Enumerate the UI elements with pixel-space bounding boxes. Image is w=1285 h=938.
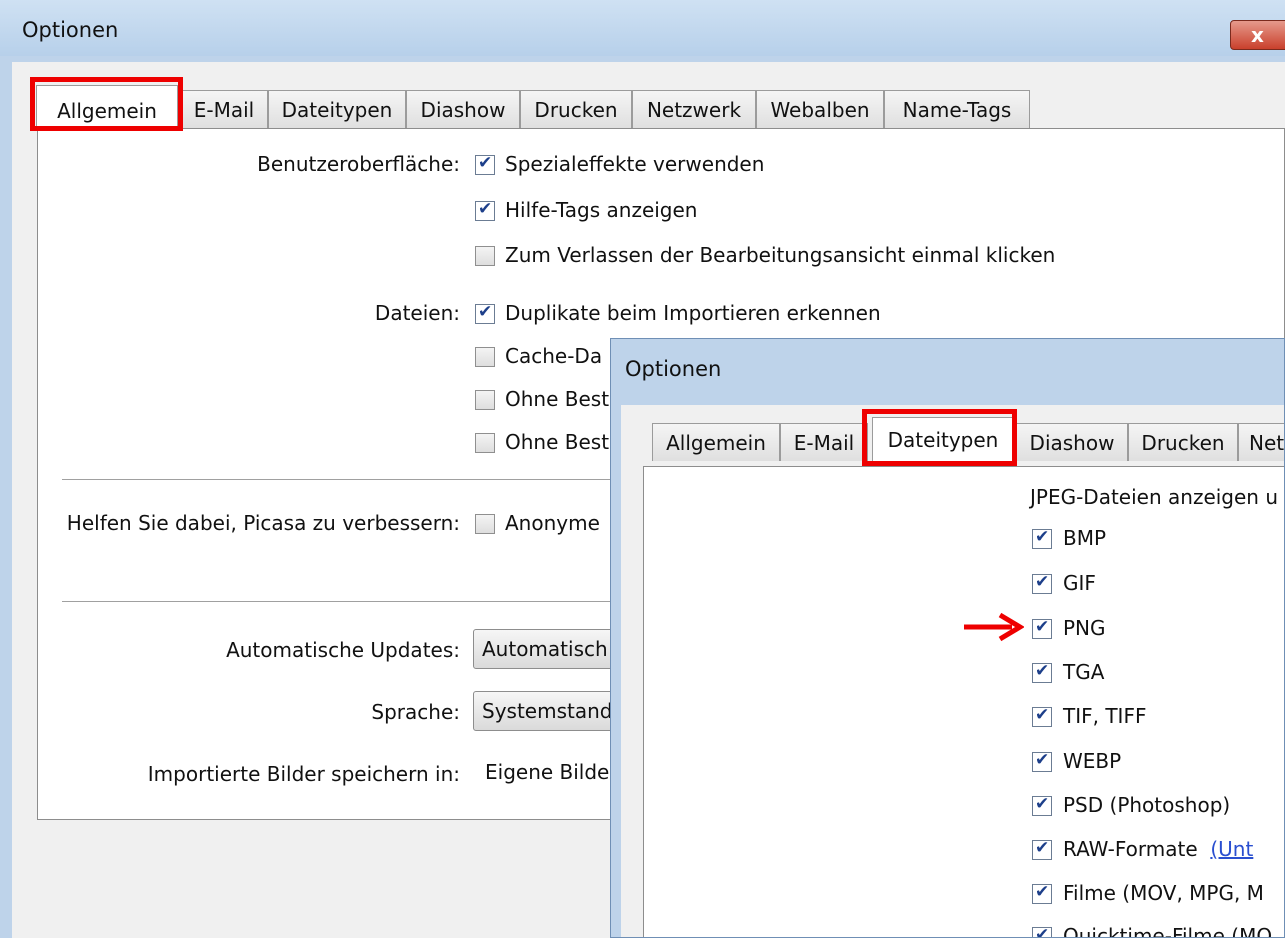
window-title: Optionen (22, 18, 119, 42)
raw-formats-link[interactable]: (Unt (1210, 837, 1253, 861)
checkbox-raw[interactable] (1032, 838, 1052, 860)
checkbox-cache[interactable] (475, 347, 495, 367)
tab-netzwerk[interactable]: Netzwerk (632, 90, 756, 128)
tab-diashow[interactable]: Diashow (1016, 423, 1128, 461)
tab-drucken[interactable]: Drucken (520, 90, 632, 128)
overlay-window-title: Optionen (625, 357, 722, 381)
checkbox-anonyme[interactable] (475, 514, 495, 534)
help-label: Helfen Sie dabei, Picasa zu verbessern: (66, 511, 460, 535)
files-section-label: Dateien: (374, 301, 460, 325)
close-button[interactable]: x (1230, 20, 1285, 50)
ui-section-label: Benutzeroberfläche: (257, 152, 460, 176)
separator (62, 601, 622, 602)
checkbox-label: Duplikate beim Importieren erkennen (505, 301, 881, 325)
checkbox-hilfe-tags[interactable] (475, 199, 495, 221)
checkbox-psd[interactable] (1032, 794, 1052, 816)
options-dialog-overlay: Optionen Allgemein E-Mail Dateitypen Dia… (610, 338, 1285, 938)
checkbox-label: Spezialeffekte verwenden (505, 152, 765, 176)
checkbox-verlassen-bearbeitung[interactable] (475, 246, 495, 266)
tab-email[interactable]: E-Mail (180, 90, 268, 128)
jpeg-header: JPEG-Dateien anzeigen u (1030, 485, 1279, 509)
checkbox-label: GIF (1063, 571, 1096, 595)
checkbox-label: Ohne Best (505, 430, 610, 454)
updates-dropdown[interactable]: Automatisch (473, 629, 633, 669)
tab-dateitypen[interactable]: Dateitypen (872, 417, 1014, 466)
checkbox-filme[interactable] (1032, 882, 1052, 904)
import-path-label: Importierte Bilder speichern in: (147, 762, 460, 786)
tab-webalben[interactable]: Webalben (756, 90, 884, 128)
checkbox-webp[interactable] (1032, 750, 1052, 772)
tab-allgemein[interactable]: Allgemein (652, 423, 780, 461)
checkbox-spezialeffekte[interactable] (475, 153, 495, 175)
checkbox-label: Ohne Best (505, 387, 610, 411)
tab-allgemein[interactable]: Allgemein (36, 85, 178, 130)
checkbox-label: BMP (1063, 526, 1107, 550)
checkbox-label: Quicktime-Filme (MO (1063, 924, 1273, 938)
checkbox-label: Hilfe-Tags anzeigen (505, 198, 698, 222)
checkbox-label: Anonyme (505, 511, 600, 535)
checkbox-label: PNG (1063, 616, 1106, 640)
tab-netzwerk[interactable]: Net (1238, 423, 1284, 461)
checkbox-ohne-best-2[interactable] (475, 433, 495, 453)
checkbox-duplikate[interactable] (475, 302, 495, 324)
language-dropdown[interactable]: Systemstand (473, 691, 633, 731)
checkbox-label: WEBP (1063, 749, 1122, 773)
checkbox-bmp[interactable] (1032, 527, 1052, 549)
tab-dateitypen[interactable]: Dateitypen (268, 90, 406, 128)
checkbox-label: TIF, TIFF (1063, 704, 1147, 728)
tab-name-tags[interactable]: Name-Tags (884, 90, 1030, 128)
checkbox-label: RAW-Formate (Unt (1063, 837, 1253, 861)
import-path-field[interactable]: Eigene Bilde (473, 752, 633, 792)
updates-label: Automatische Updates: (226, 638, 460, 662)
checkbox-quicktime[interactable] (1032, 925, 1052, 937)
raw-label: RAW-Formate (1063, 837, 1198, 861)
tab-drucken[interactable]: Drucken (1128, 423, 1238, 461)
checkbox-tif[interactable] (1032, 705, 1052, 727)
checkbox-ohne-best-1[interactable] (475, 390, 495, 410)
language-label: Sprache: (371, 700, 460, 724)
checkbox-label: Zum Verlassen der Bearbeitungsansicht ei… (505, 243, 1056, 267)
tab-panel-dateitypen (643, 466, 1284, 937)
checkbox-png[interactable] (1032, 617, 1052, 639)
checkbox-label: TGA (1063, 660, 1105, 684)
checkbox-gif[interactable] (1032, 572, 1052, 594)
arrow-pointer-icon (964, 612, 1024, 642)
separator (62, 479, 622, 480)
close-icon: x (1251, 23, 1264, 47)
checkbox-label: PSD (Photoshop) (1063, 793, 1231, 817)
checkbox-tga[interactable] (1032, 661, 1052, 683)
tab-diashow[interactable]: Diashow (406, 90, 520, 128)
checkbox-label: Filme (MOV, MPG, M (1063, 881, 1264, 905)
title-bar: Optionen (0, 0, 1285, 57)
tab-email[interactable]: E-Mail (780, 423, 868, 461)
checkbox-label: Cache-Da (505, 344, 603, 368)
